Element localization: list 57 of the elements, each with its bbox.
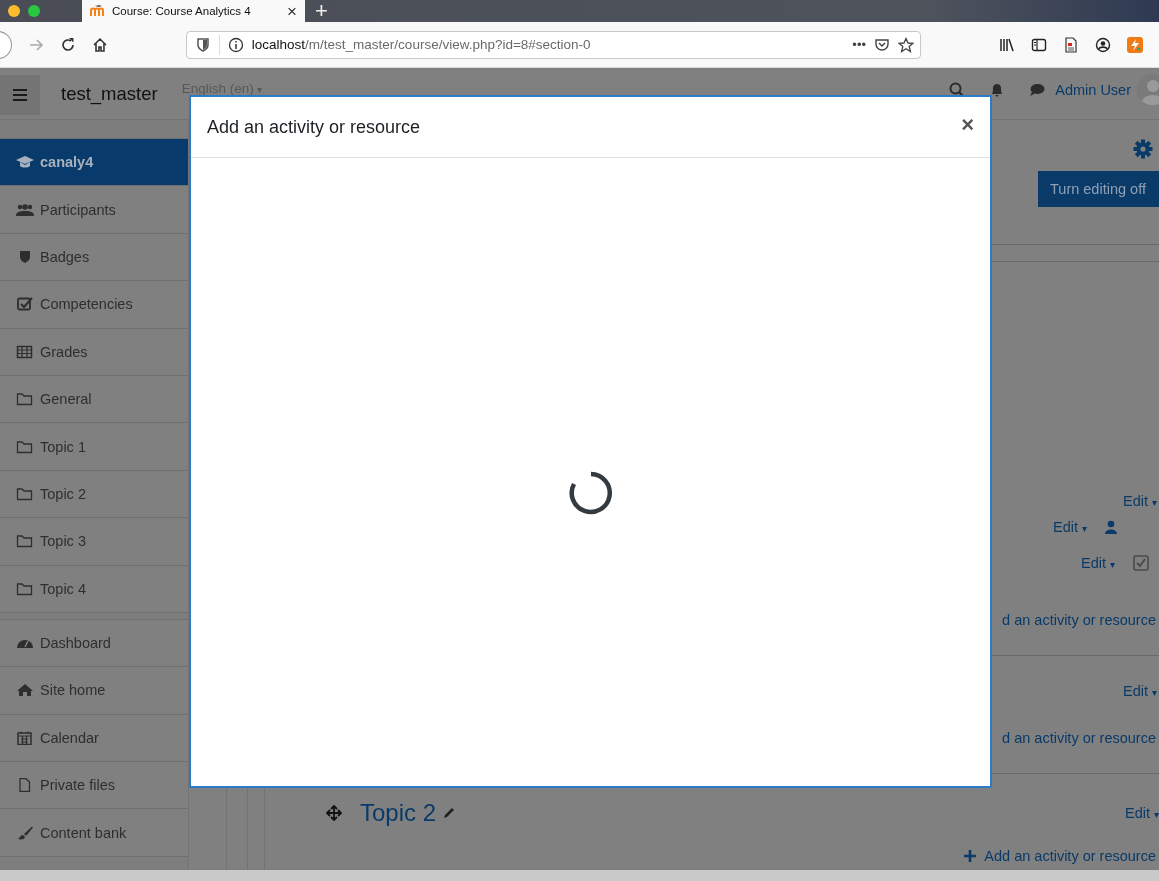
library-icon[interactable] [999,36,1015,53]
plus-icon[interactable] [964,850,977,862]
account-icon[interactable] [1095,36,1111,53]
info-icon[interactable] [227,36,244,53]
folder-icon [16,392,34,407]
site-name[interactable]: test_master [61,82,158,105]
user-icon [1105,520,1117,534]
folder-icon [16,486,34,501]
calendar-icon [16,730,34,745]
new-tab-button[interactable]: + [315,0,328,22]
extension-icon[interactable] [1127,36,1143,53]
edit-menu[interactable]: Edit ▾ [1081,555,1115,571]
edit-menu[interactable]: Edit ▾ [1053,519,1087,535]
edit-menu[interactable]: Edit ▾ [1125,805,1159,821]
nav-item[interactable]: canaly4 [0,139,188,187]
sidebar-icon[interactable] [1031,36,1047,53]
add-activity-link[interactable]: d an activity or resource [1002,730,1156,746]
add-activity-link[interactable]: d an activity or resource [1002,612,1156,628]
completion-checkbox[interactable] [1133,555,1149,571]
add-activity-link[interactable]: Add an activity or resource [984,848,1156,864]
maximize-window-button[interactable] [28,5,40,17]
home-icon [16,683,34,698]
url-text[interactable]: localhost/m/test_master/course/view.php?id=8#section-0 [251,37,845,52]
brush-icon [16,825,34,840]
folder-icon [16,534,34,549]
star-icon[interactable] [898,36,914,53]
browser-tab[interactable]: Course: Course Analytics 4 × [82,0,305,22]
users-icon [16,202,34,217]
document-icon[interactable] [1063,36,1079,53]
settings-icon[interactable] [1133,139,1153,159]
move-icon[interactable] [326,805,342,821]
dialog-title: Add an activity or resource [207,116,421,138]
close-tab-button[interactable]: × [287,2,297,20]
menu-icon [13,88,27,101]
pocket-icon[interactable] [874,36,890,53]
section-title[interactable]: Topic 2 [360,799,437,827]
home-icon[interactable] [91,36,108,53]
page-actions-button[interactable]: ••• [852,37,866,52]
site-favicon-icon [90,5,106,17]
reload-icon[interactable] [59,36,76,53]
address-bar[interactable]: localhost/m/test_master/course/view.php?id=8#section-0 ••• [185,30,921,59]
folder-icon [16,581,34,596]
user-name[interactable]: Admin User [1055,81,1131,98]
edit-menu[interactable]: Edit ▾ [1123,493,1157,509]
shield-icon[interactable] [194,36,211,53]
table-icon [16,344,34,359]
search-icon[interactable] [949,81,966,98]
pencil-icon[interactable] [442,806,457,820]
edit-menu[interactable]: Edit ▾ [1123,683,1157,699]
close-button[interactable]: × [961,114,974,136]
minimize-window-button[interactable] [8,5,20,17]
turn-editing-off-button[interactable]: Turn editing off [1038,171,1159,207]
graduation-cap-icon [16,155,34,170]
checkbox-icon [16,297,34,312]
chat-icon[interactable] [1029,81,1046,98]
menu-button[interactable] [0,74,40,115]
folder-icon [16,439,34,454]
